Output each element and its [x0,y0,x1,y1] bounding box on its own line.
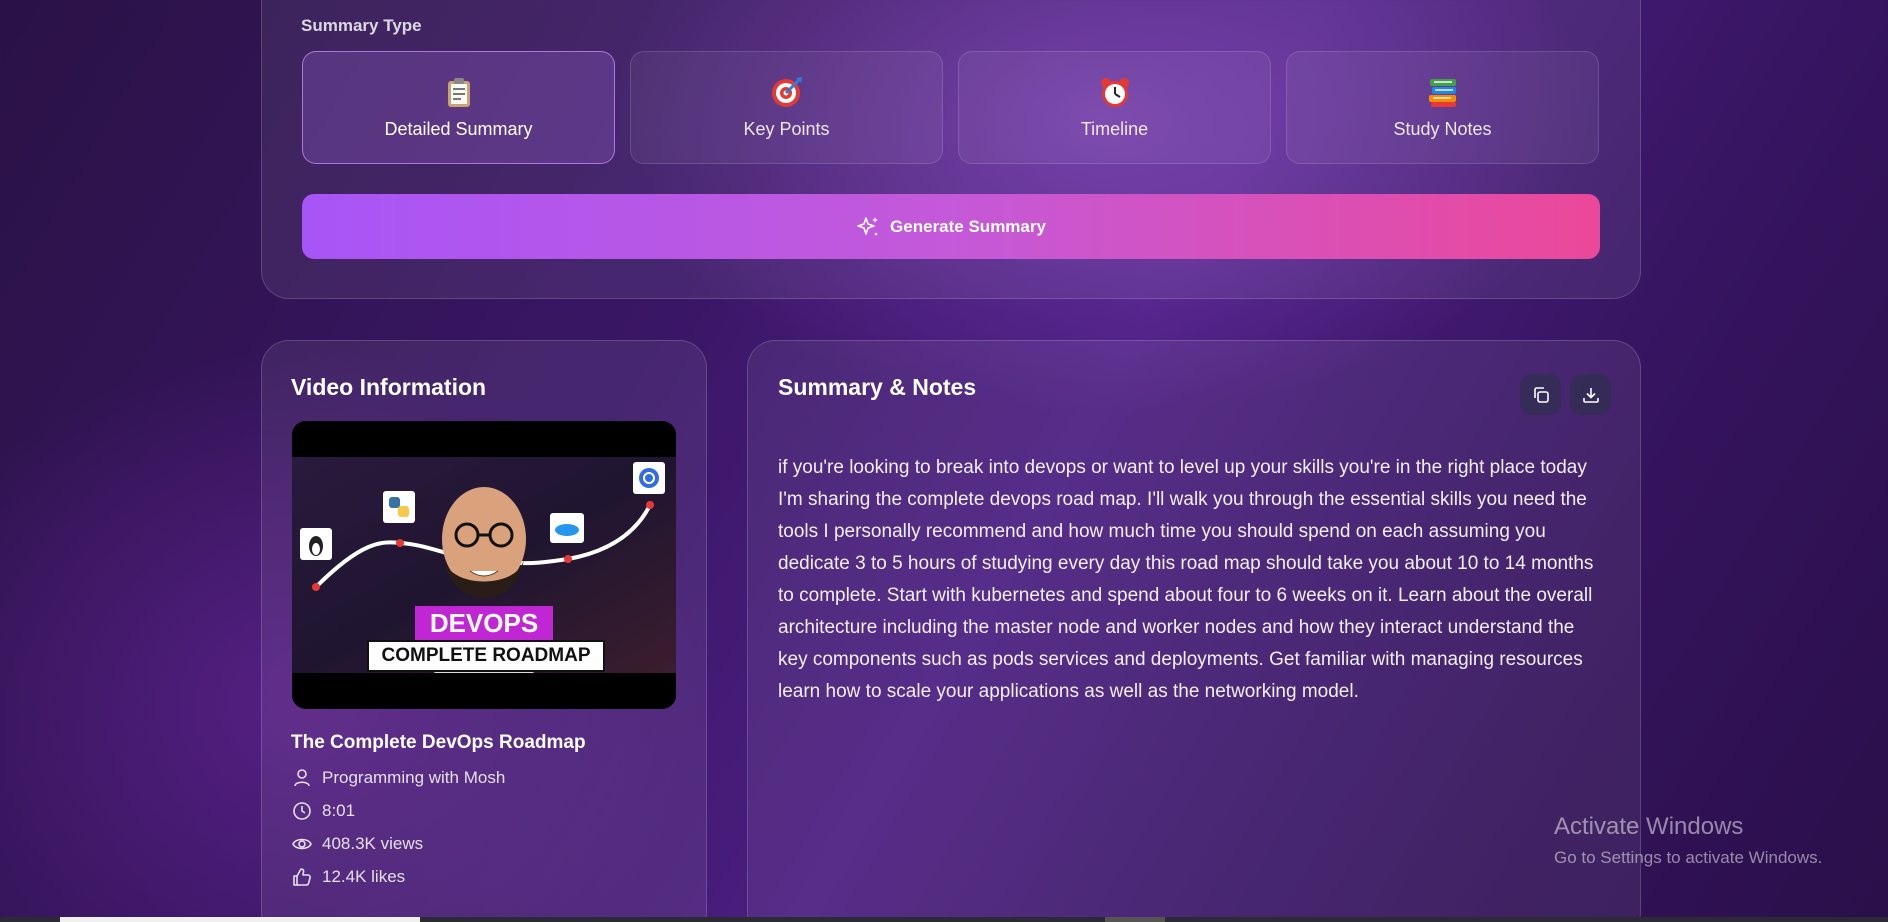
thumbs-up-icon [293,868,311,886]
taskbar-edge [0,917,1888,922]
option-label: Key Points [743,119,830,139]
user-icon [294,769,310,787]
option-key-points[interactable]: Key Points [630,51,943,164]
summary-notes-heading: Summary & Notes [778,374,977,400]
thumbnail-roadmap-label: COMPLETE ROADMAP [367,640,605,672]
activate-windows-title: Activate Windows [1554,813,1744,840]
generate-summary-label: Generate Summary [890,216,1046,236]
channel-name: Programming with Mosh [322,768,506,787]
thumbnail-devops-label: DEVOPS [415,606,553,640]
video-duration: 8:01 [292,801,355,821]
copy-icon [1533,386,1549,403]
video-thumbnail[interactable]: DEVOPS COMPLETE ROADMAP [292,421,676,709]
likes-value: 12.4K likes [322,867,406,886]
summary-type-label: Summary Type [301,16,422,35]
taskbar-segment [60,917,420,922]
option-label: Detailed Summary [384,119,533,139]
option-label: Study Notes [1393,119,1492,139]
option-label: Timeline [1080,119,1149,139]
option-study-notes[interactable]: Study Notes [1286,51,1599,164]
books-icon [1428,79,1456,107]
alarm-clock-icon [1100,78,1129,107]
option-detailed-summary[interactable]: Detailed Summary [302,51,615,164]
activate-windows-subtitle: Go to Settings to activate Windows. [1554,848,1823,867]
download-button[interactable] [1570,374,1611,415]
sparkles-icon [857,216,879,235]
video-information-heading: Video Information [291,374,487,400]
download-icon [1582,387,1599,403]
generate-summary-button[interactable]: Generate Summary [302,194,1600,259]
views-value: 408.3K views [322,834,424,853]
taskbar-segment [1105,917,1165,922]
video-title: The Complete DevOps Roadmap [291,732,586,753]
eye-icon [292,838,312,850]
video-views: 408.3K views [292,834,423,854]
video-likes: 12.4K likes [292,867,405,887]
option-timeline[interactable]: Timeline [958,51,1271,164]
video-channel: Programming with Mosh [292,768,505,788]
target-icon [771,77,802,107]
clipboard-icon [447,78,470,107]
clock-icon [293,802,311,820]
duration-value: 8:01 [322,801,356,820]
summary-text: if you're looking to break into devops o… [778,457,1594,702]
copy-button[interactable] [1520,374,1561,415]
